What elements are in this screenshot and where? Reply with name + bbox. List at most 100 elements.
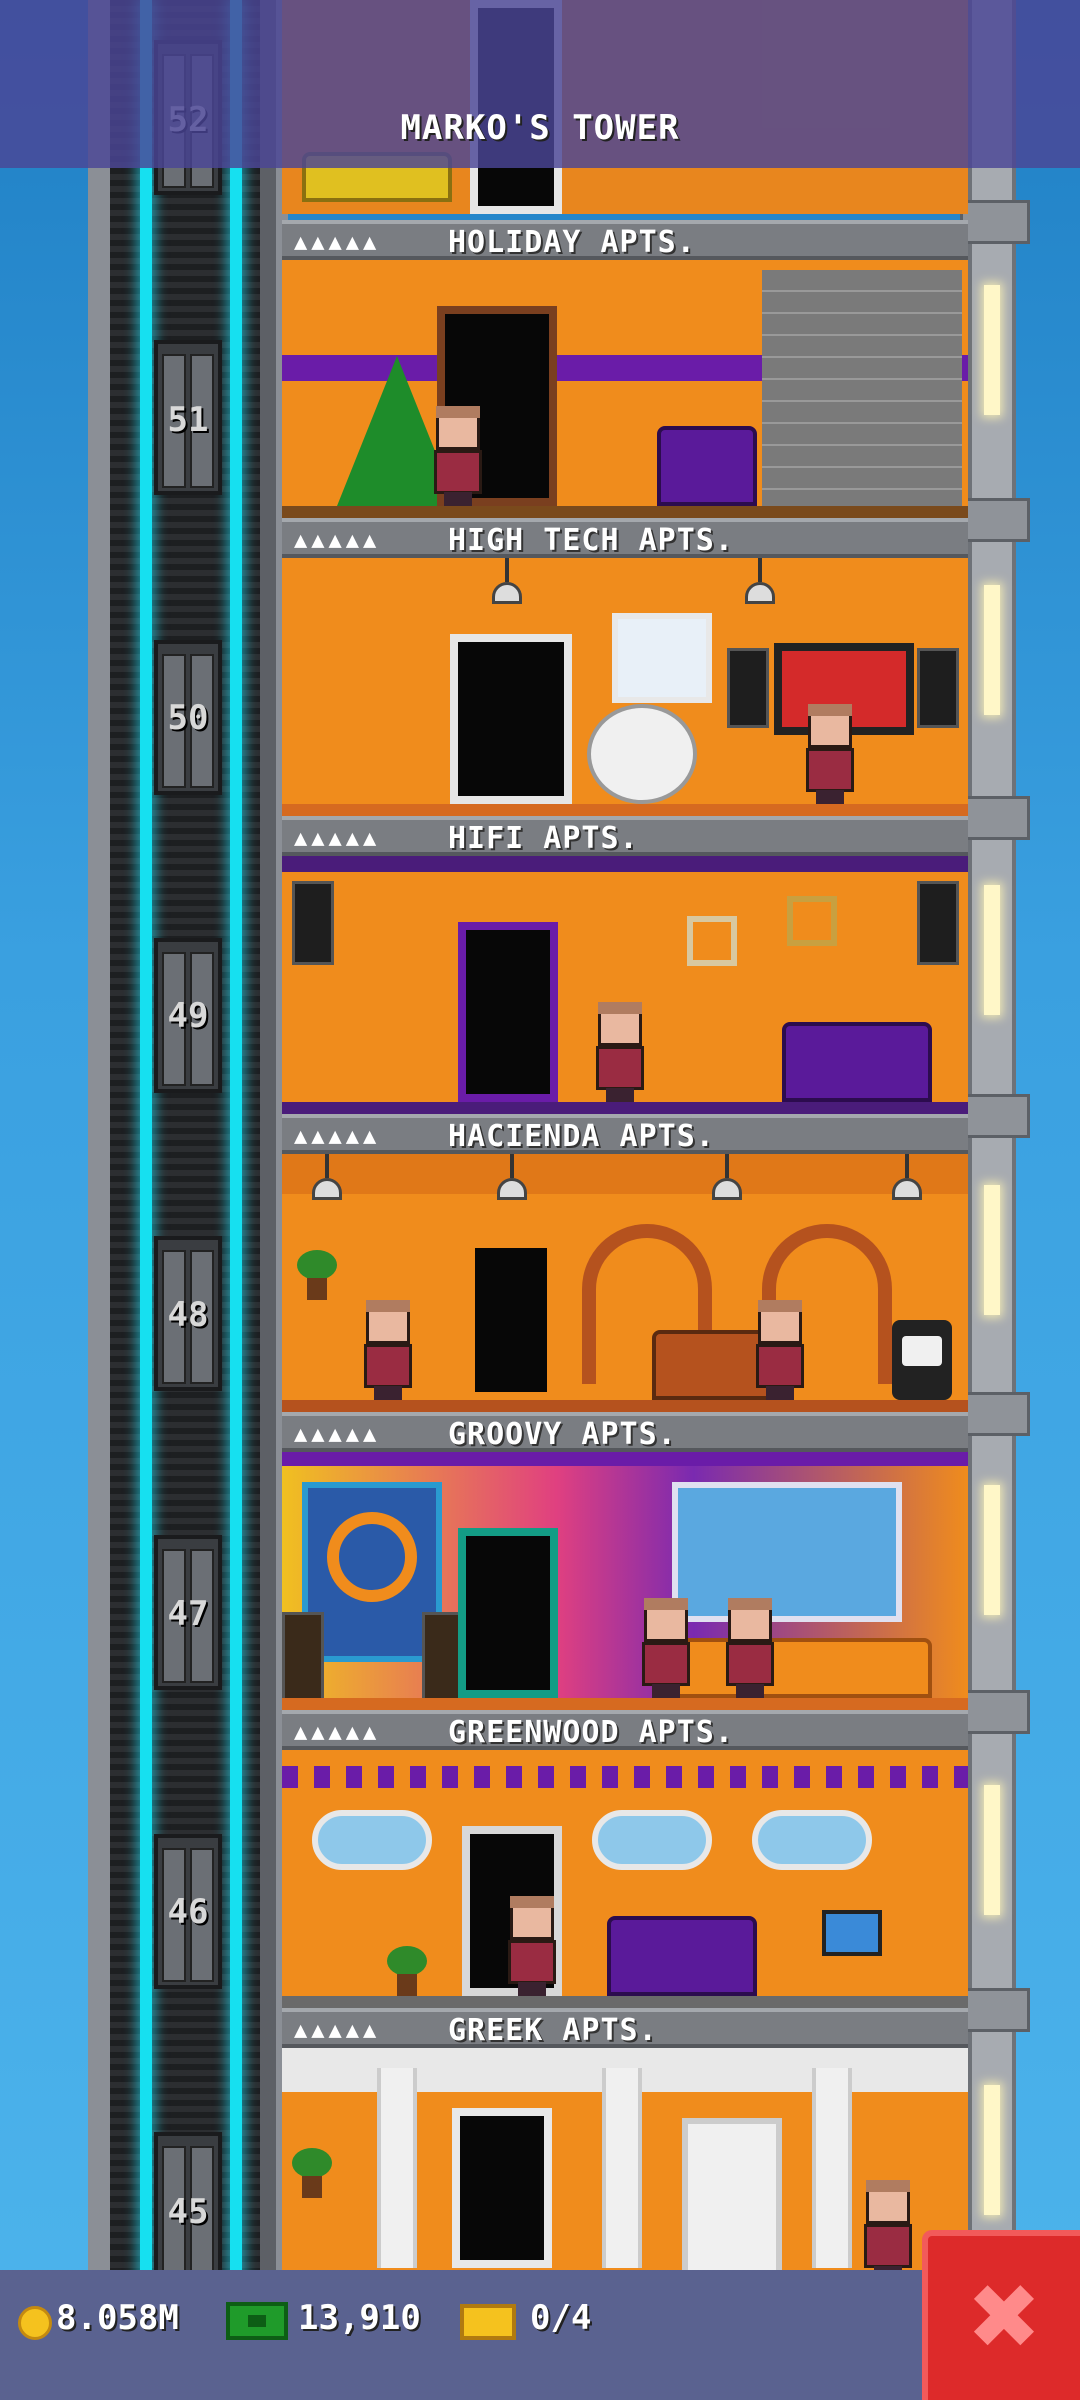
pillar-light <box>984 2085 1000 2215</box>
bookshelf <box>682 2118 782 2278</box>
speaker-icon <box>917 881 959 965</box>
pillar-light <box>984 1485 1000 1615</box>
plant-icon <box>292 2148 332 2268</box>
resident[interactable] <box>504 1896 560 1996</box>
floor-label[interactable]: ▲▲▲▲▲ GREEK APTS. <box>282 2008 968 2048</box>
rating-stars: ▲▲▲▲▲ <box>294 826 381 851</box>
window <box>672 1482 902 1622</box>
resident[interactable] <box>638 1598 694 1698</box>
speaker-icon <box>282 1612 324 1702</box>
pillar-cap <box>960 200 1030 244</box>
elevator-floor-number: 47 <box>167 1594 209 1634</box>
picture-frame <box>687 916 737 966</box>
door <box>452 2108 552 2268</box>
floor-label[interactable]: ▲▲▲▲▲ HOLIDAY APTS. <box>282 220 968 260</box>
elevator-cable-left <box>140 0 152 2280</box>
room-holiday[interactable] <box>282 260 968 518</box>
column <box>812 2068 852 2268</box>
door <box>458 1528 558 1698</box>
egg-chair-icon <box>587 704 697 804</box>
resident[interactable] <box>360 1300 416 1400</box>
wall-stripe <box>282 1452 968 1466</box>
elevator-floor-number: 51 <box>167 400 209 440</box>
pillar-light <box>984 1785 1000 1915</box>
window <box>592 1810 712 1870</box>
rating-stars: ▲▲▲▲▲ <box>294 528 381 553</box>
speaker-icon <box>727 648 769 728</box>
rating-stars: ▲▲▲▲▲ <box>294 2018 381 2043</box>
pillar-light <box>984 1185 1000 1315</box>
rating-stars: ▲▲▲▲▲ <box>294 1124 381 1149</box>
pillar-light <box>984 585 1000 715</box>
ceiling-lamp-icon <box>745 558 775 612</box>
lantern-icon <box>892 1154 922 1208</box>
resident[interactable] <box>860 2180 916 2280</box>
column <box>602 2068 642 2268</box>
elevator-cable-right <box>230 0 242 2280</box>
floor-name: HIFI APTS. <box>448 821 639 856</box>
coin-icon <box>18 2306 52 2340</box>
room-groovy[interactable] <box>282 1452 968 1710</box>
resident[interactable] <box>802 704 858 804</box>
rating-stars: ▲▲▲▲▲ <box>294 1720 381 1745</box>
elevator-floor-number: 48 <box>167 1295 209 1335</box>
resident[interactable] <box>722 1598 778 1698</box>
room-greek[interactable] <box>282 2048 968 2280</box>
room-hacienda[interactable] <box>282 1154 968 1412</box>
room-greenwood[interactable] <box>282 1750 968 2008</box>
room-high-tech[interactable] <box>282 558 968 816</box>
tickets-value: 0/4 <box>530 2298 592 2338</box>
tower-title: MARKO'S TOWER <box>400 108 680 148</box>
tower-view[interactable]: 52 51 50 49 48 47 46 45 ▲▲▲▲▲ HOLIDAY AP… <box>0 0 1080 2400</box>
window <box>752 1810 872 1870</box>
close-button[interactable]: ✖ <box>922 2230 1080 2400</box>
floor-name: GREEK APTS. <box>448 2013 658 2048</box>
window <box>612 613 712 703</box>
cat-pet-icon[interactable] <box>892 1320 952 1400</box>
lantern-icon <box>497 1154 527 1208</box>
sofa <box>782 1022 932 1102</box>
floor-name: GROOVY APTS. <box>448 1417 677 1452</box>
lantern-icon <box>712 1154 742 1208</box>
floor-label[interactable]: ▲▲▲▲▲ GREENWOOD APTS. <box>282 1710 968 1750</box>
room-floor <box>282 1698 968 1710</box>
pillar-cap <box>960 498 1030 542</box>
floor-label[interactable]: ▲▲▲▲▲ HIGH TECH APTS. <box>282 518 968 558</box>
sofa <box>607 1916 757 1996</box>
room-hifi[interactable] <box>282 856 968 1114</box>
door <box>467 1240 555 1400</box>
room-floor <box>282 506 968 518</box>
room-floor <box>282 1996 968 2008</box>
ceiling-lamp-icon <box>492 558 522 612</box>
pillar-cap <box>960 1988 1030 2032</box>
wall-stripe <box>282 856 968 872</box>
sofa <box>652 1638 932 1698</box>
elevator-floor-number: 50 <box>167 698 209 738</box>
palm-plant-icon <box>297 1250 357 1400</box>
pillar-cap <box>960 1094 1030 1138</box>
ticket-icon <box>460 2304 516 2340</box>
floor-label[interactable]: ▲▲▲▲▲ HACIENDA APTS. <box>282 1114 968 1154</box>
close-icon: ✖ <box>966 2265 1042 2370</box>
floor-label[interactable]: ▲▲▲▲▲ HIFI APTS. <box>282 816 968 856</box>
top-bar: MARKO'S TOWER <box>0 0 1080 168</box>
rating-stars: ▲▲▲▲▲ <box>294 230 381 255</box>
resident[interactable] <box>592 1002 648 1102</box>
wall-trim <box>282 1154 968 1194</box>
lantern-icon <box>312 1154 342 1208</box>
floor-label[interactable]: ▲▲▲▲▲ GROOVY APTS. <box>282 1412 968 1452</box>
picture-frame <box>787 896 837 946</box>
coins-value: 8.058M <box>56 2298 179 2338</box>
wall-trim <box>282 1766 968 1788</box>
plant-icon <box>387 1946 427 1996</box>
floor-name: GREENWOOD APTS. <box>448 1715 734 1750</box>
fireplace-icon <box>762 270 962 510</box>
room-floor <box>282 1400 968 1412</box>
bux-value: 13,910 <box>298 2298 421 2338</box>
shaft-wall <box>260 0 276 2280</box>
speaker-icon <box>917 648 959 728</box>
resident[interactable] <box>430 406 486 506</box>
pillar-cap <box>960 1392 1030 1436</box>
resident[interactable] <box>752 1300 808 1400</box>
pillar-light <box>984 285 1000 415</box>
